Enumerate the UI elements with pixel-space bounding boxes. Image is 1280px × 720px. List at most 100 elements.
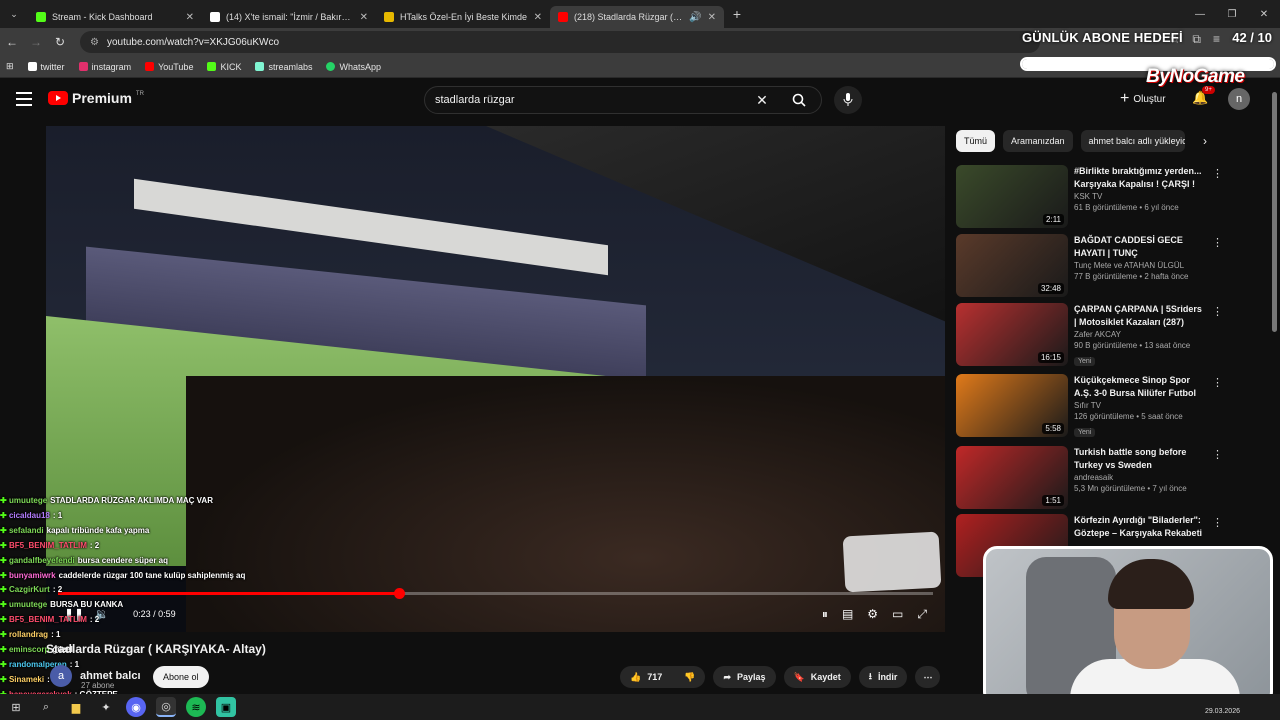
subtitles-icon[interactable]: ▤ (842, 607, 853, 621)
create-button[interactable]: + Oluştur (1120, 90, 1166, 108)
address-bar[interactable]: ⚙ youtube.com/watch?v=XKJG06uKWco (80, 31, 1040, 53)
speaker-icon[interactable]: 🔊 (689, 12, 701, 23)
share-button[interactable]: ➦ Paylaş (713, 666, 776, 688)
discord-icon[interactable]: ◉ (126, 697, 146, 717)
chat-text: kapalı tribünde kafa yapma (46, 525, 150, 535)
more-vert-icon[interactable]: ⋮ (1212, 167, 1223, 180)
chevron-right-icon[interactable]: › (1203, 134, 1207, 148)
video-thumbnail[interactable]: 2:11 (956, 165, 1068, 228)
chat-text: bursa cendere süper aq (77, 555, 168, 565)
recommended-channel[interactable]: andreasaik (1074, 473, 1206, 482)
bookmark-kick[interactable]: KICK (207, 62, 241, 72)
tab-search-button[interactable]: ⌄ (0, 0, 28, 28)
search-box[interactable]: stadlarda rüzgar ✕ (424, 86, 822, 114)
search-input[interactable]: stadlarda rüzgar (435, 94, 747, 106)
recommended-channel[interactable]: Tunç Mete ve ATAHAN ÜLGÜL (1074, 261, 1206, 270)
clear-search-icon[interactable]: ✕ (747, 92, 777, 109)
video-thumbnail[interactable]: 32:48 (956, 234, 1068, 297)
streamlabs-icon[interactable]: ▣ (216, 697, 236, 717)
close-tab-icon[interactable]: ✕ (534, 12, 542, 23)
chip-from-search[interactable]: Aramanızdan (1003, 130, 1073, 152)
recommended-title[interactable]: ÇARPAN ÇARPANA | 5Sriders | Motosiklet K… (1074, 303, 1206, 328)
chrome-icon[interactable]: ◎ (156, 697, 176, 717)
restore-icon[interactable]: ❐ (1216, 9, 1248, 20)
search-icon[interactable] (777, 86, 821, 114)
share-icon: ➦ (723, 671, 732, 682)
dislike-icon[interactable]: 👎 (684, 672, 695, 683)
save-button[interactable]: 🔖 Kaydet (783, 666, 851, 688)
close-tab-icon[interactable]: ✕ (186, 12, 194, 23)
chip-all[interactable]: Tümü (956, 130, 996, 152)
close-window-icon[interactable]: ✕ (1248, 9, 1280, 20)
forward-icon[interactable]: → (24, 35, 48, 49)
recommended-video[interactable]: 5:58 Küçükçekmece Sinop Spor A.Ş. 3-0 Bur… (956, 374, 1223, 438)
bookmark-whatsapp[interactable]: WhatsApp (326, 62, 381, 72)
bookmark-twitter[interactable]: twitter (27, 62, 65, 72)
browser-tab[interactable]: (14) X'te ismail: "İzmir / Bakırçay ✕ (202, 6, 376, 28)
recommended-video[interactable]: 2:11 #Birlikte bıraktığımız yerden... Kar… (956, 165, 1223, 229)
menu-icon[interactable] (16, 92, 32, 110)
video-duration: 5:58 (1042, 423, 1064, 434)
more-vert-icon[interactable]: ⋮ (1212, 448, 1223, 461)
fullscreen-icon[interactable]: ⤢ (917, 607, 927, 622)
browser-tab-bar: ⌄ Stream - Kick Dashboard ✕ (14) X'te is… (0, 0, 1280, 28)
new-badge: Yeni (1074, 357, 1096, 366)
autoplay-toggle-icon[interactable]: ⏸ (822, 607, 828, 622)
settings-icon[interactable]: ⚙ (867, 607, 878, 621)
site-info-icon[interactable]: ⚙ (90, 37, 99, 48)
more-vert-icon[interactable]: ⋮ (1212, 305, 1223, 318)
account-avatar[interactable]: n (1228, 88, 1250, 110)
recommended-title[interactable]: Küçükçekmece Sinop Spor A.Ş. 3-0 Bursa N… (1074, 374, 1206, 399)
page-scrollbar[interactable] (1272, 92, 1277, 332)
like-button[interactable]: 👍 717 👎 (620, 666, 706, 688)
video-thumbnail[interactable]: 5:58 (956, 374, 1068, 437)
recommended-title[interactable]: Körfezin Ayırdığı "Biladerler": Göztepe … (1074, 514, 1206, 539)
kick-badge-icon: ✚ (0, 615, 9, 625)
new-tab-button[interactable]: + (724, 6, 750, 22)
recommended-title[interactable]: Turkish battle song before Turkey vs Swe… (1074, 446, 1206, 471)
bookmark-youtube[interactable]: YouTube (145, 62, 193, 72)
minimize-icon[interactable]: — (1184, 9, 1216, 20)
chat-username: sefalandi (8, 525, 44, 535)
windows-start-icon[interactable]: ⊞ (6, 697, 26, 717)
youtube-logo[interactable]: Premium TR (48, 90, 144, 106)
recommended-title[interactable]: BAĞDAT CADDESİ GECE HAYATI | TUNÇ METE,A… (1074, 234, 1206, 259)
more-vert-icon[interactable]: ⋮ (1212, 516, 1223, 529)
microphone-icon[interactable] (834, 86, 862, 114)
file-explorer-icon[interactable]: ▆ (66, 697, 86, 717)
bookmark-streamlabs[interactable]: streamlabs (255, 62, 312, 72)
download-button[interactable]: ⭳ İndir (858, 666, 908, 688)
video-thumbnail[interactable]: 1:51 (956, 446, 1068, 509)
bookmark-instagram[interactable]: instagram (78, 62, 131, 72)
app-icon[interactable]: ✦ (96, 697, 116, 717)
recommended-channel[interactable]: Sıfır TV (1074, 401, 1206, 410)
video-thumbnail[interactable]: 16:15 (956, 303, 1068, 366)
like-count: 717 (647, 672, 663, 682)
browser-tab-active[interactable]: (218) Stadlarda Rüzgar ( KA 🔊 ✕ (550, 6, 724, 28)
chip-uploader[interactable]: ahmet balcı adlı yükleyici (1080, 130, 1185, 152)
recommended-video[interactable]: 1:51 Turkish battle song before Turkey vs… (956, 446, 1223, 510)
recommended-title[interactable]: #Birlikte bıraktığımız yerden... Karşıya… (1074, 165, 1206, 190)
apps-icon[interactable]: ⊞ (6, 61, 14, 72)
reload-icon[interactable]: ↻ (48, 35, 72, 49)
more-vert-icon[interactable]: ⋮ (1212, 376, 1223, 389)
back-icon[interactable]: ← (0, 35, 24, 49)
channel-avatar[interactable]: a (50, 665, 72, 687)
subscribe-button[interactable]: Abone ol (153, 666, 209, 688)
search-icon[interactable]: ⌕ (36, 697, 56, 717)
theater-mode-icon[interactable]: ▭ (892, 607, 903, 621)
recommended-video[interactable]: 16:15 ÇARPAN ÇARPANA | 5Sriders | Motosik… (956, 303, 1223, 367)
notifications-button[interactable]: 🔔 9+ (1192, 86, 1215, 106)
os-taskbar: ⊞ ⌕ ▆ ✦ ◉ ◎ ≋ ▣ 29.03.2026 (0, 694, 1280, 720)
more-vert-icon[interactable]: ⋮ (1212, 236, 1223, 249)
recommended-video[interactable]: 32:48 BAĞDAT CADDESİ GECE HAYATI | TUNÇ M… (956, 234, 1223, 298)
browser-tab[interactable]: Stream - Kick Dashboard ✕ (28, 6, 202, 28)
recommended-channel[interactable]: KSK TV (1074, 192, 1206, 201)
spotify-icon[interactable]: ≋ (186, 697, 206, 717)
close-tab-icon[interactable]: ✕ (360, 12, 368, 23)
more-actions-button[interactable]: ⋯ (915, 666, 941, 688)
browser-tab[interactable]: HTalks Özel-En İyi Beste Kimde ✕ (376, 6, 550, 28)
close-tab-icon[interactable]: ✕ (708, 12, 716, 23)
recommended-channel[interactable]: Zafer AKCAY (1074, 330, 1206, 339)
chat-username: rollandrag (8, 630, 49, 640)
